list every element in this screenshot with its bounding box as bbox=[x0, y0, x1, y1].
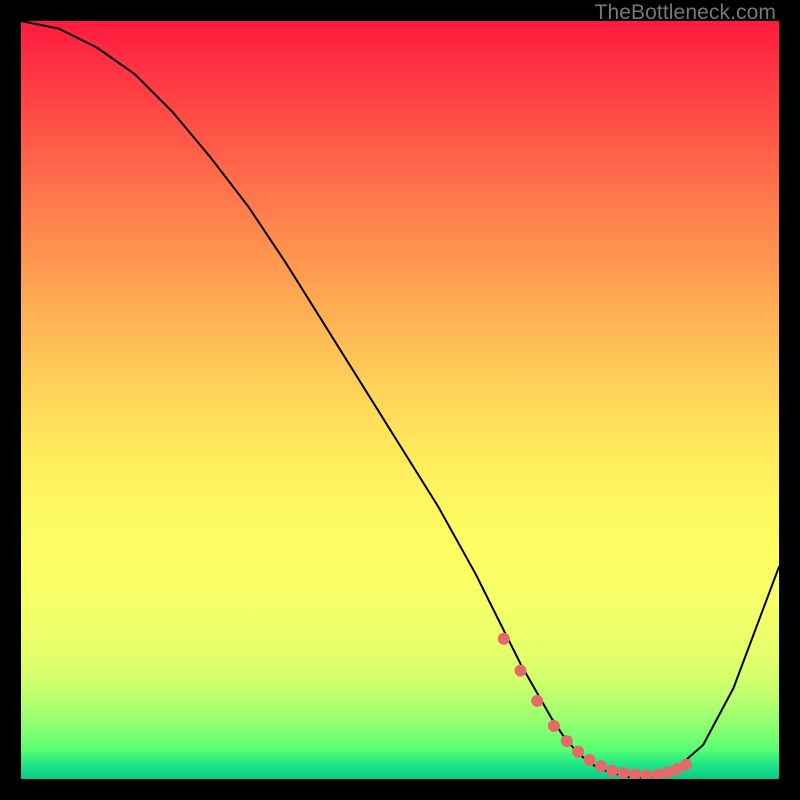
curve-marker bbox=[606, 765, 618, 777]
curve-marker bbox=[618, 767, 630, 779]
curve-marker bbox=[572, 746, 584, 758]
bottleneck-curve bbox=[21, 21, 779, 778]
attribution-text: TheBottleneck.com bbox=[595, 1, 776, 25]
curve-marker bbox=[561, 735, 573, 747]
curve-marker bbox=[515, 665, 527, 677]
curve-marker bbox=[548, 720, 560, 732]
curve-marker bbox=[595, 760, 607, 772]
curve-marker bbox=[531, 695, 543, 707]
curve-marker bbox=[629, 769, 641, 780]
curve-marker bbox=[498, 633, 510, 645]
chart-frame bbox=[21, 21, 779, 779]
marker-group bbox=[498, 633, 692, 779]
curve-marker bbox=[640, 769, 652, 779]
curve-marker bbox=[680, 759, 692, 771]
curve-marker bbox=[584, 754, 596, 766]
chart-svg bbox=[21, 21, 779, 779]
